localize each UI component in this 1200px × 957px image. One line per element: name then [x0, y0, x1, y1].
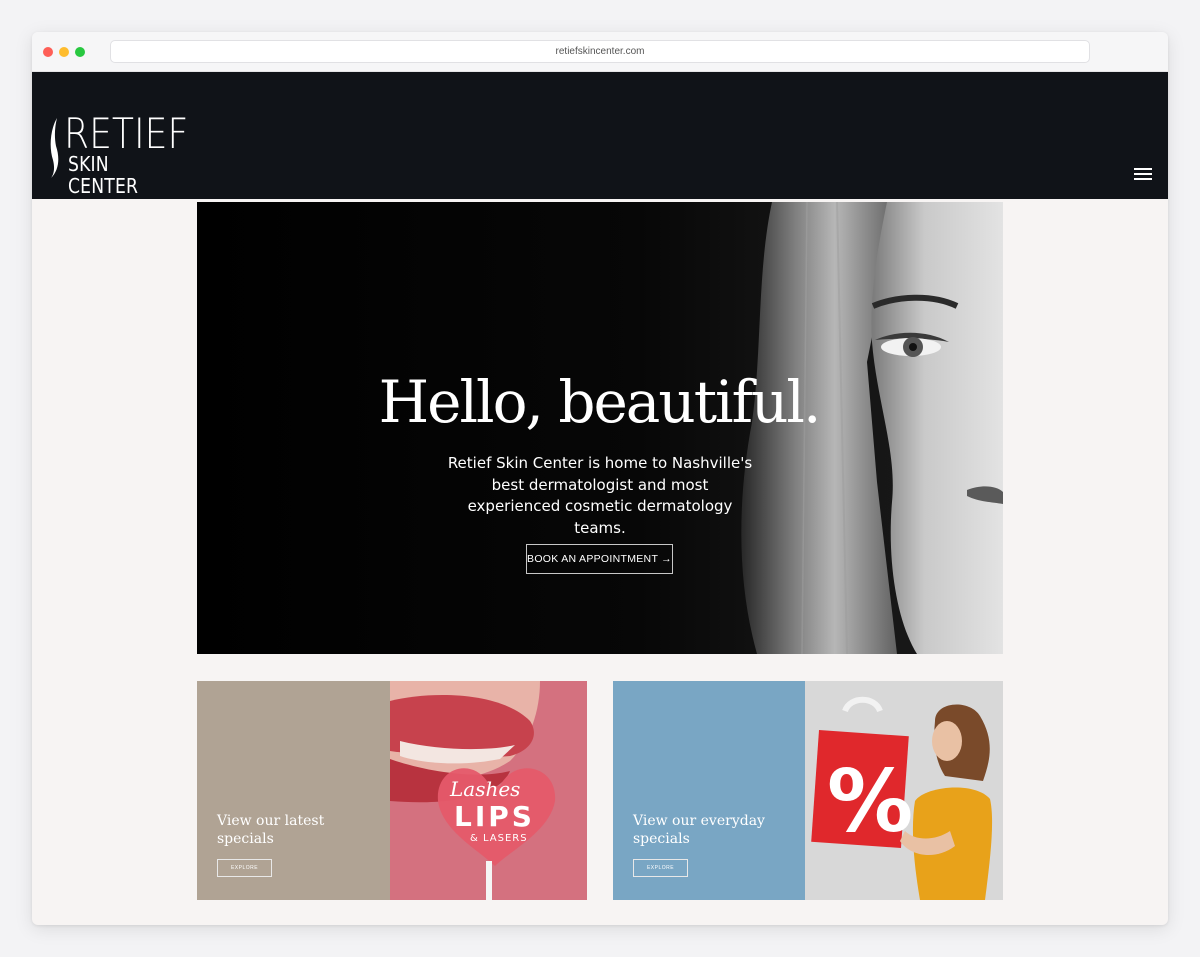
hero-subtitle: Retief Skin Center is home to Nashville'… [447, 454, 753, 537]
promo-text-panel: View our everyday specials EXPLORE [613, 681, 805, 900]
explore-button[interactable]: EXPLORE [217, 859, 272, 877]
hero-title: Hello, beautiful. [378, 368, 822, 436]
promo-image-bold-text: LIPS [454, 800, 535, 833]
promo-card-latest-specials[interactable]: View our latest specials EXPLORE Lashes … [197, 681, 587, 900]
browser-window: retiefskincenter.com RETIEF SKIN CENTER [32, 32, 1168, 925]
hamburger-menu-icon[interactable] [1134, 168, 1154, 184]
logo-wordmark: RETIEF [64, 109, 189, 158]
logo-swoosh-icon [50, 118, 59, 178]
promo-heading: View our everyday specials [633, 813, 765, 847]
promo-image-script-text: Lashes [449, 777, 520, 801]
minimize-window-button[interactable] [59, 47, 69, 57]
logo-subtitle: SKIN CENTER [68, 152, 139, 198]
book-appointment-button[interactable]: BOOK AN APPOINTMENT → [526, 544, 673, 574]
promo-heading: View our latest specials [217, 813, 325, 847]
address-bar[interactable]: retiefskincenter.com [110, 40, 1090, 63]
promo-text-panel: View our latest specials EXPLORE [197, 681, 390, 900]
explore-button[interactable]: EXPLORE [633, 859, 688, 877]
site-header: RETIEF SKIN CENTER [32, 72, 1168, 199]
site-logo[interactable]: RETIEF SKIN CENTER [48, 110, 198, 197]
promo-image-small-text: & LASERS [470, 833, 528, 844]
browser-titlebar: retiefskincenter.com [32, 32, 1168, 72]
lips-lollipop-image: Lashes LIPS & LASERS [390, 681, 587, 900]
hero-banner: Hello, beautiful. Retief Skin Center is … [197, 202, 1003, 654]
maximize-window-button[interactable] [75, 47, 85, 57]
promo-card-everyday-specials[interactable]: View our everyday specials EXPLORE % [613, 681, 1003, 900]
close-window-button[interactable] [43, 47, 53, 57]
percent-sign-text: % [827, 752, 913, 852]
shopping-bag-woman-image: % [805, 681, 1003, 900]
